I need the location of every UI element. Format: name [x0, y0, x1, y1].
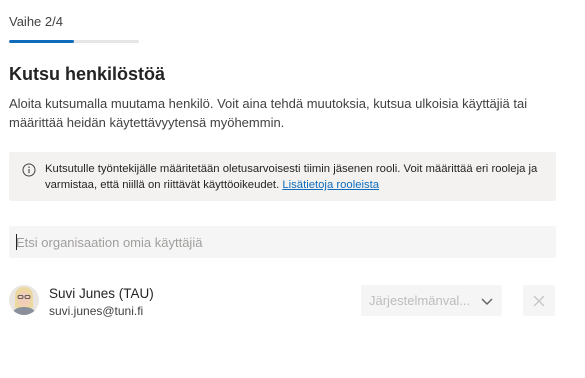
page-description: Aloita kutsumalla muutama henkilö. Voit …: [9, 96, 528, 130]
user-email: suvi.junes@tuni.fi: [49, 304, 144, 318]
roles-info-link[interactable]: Lisätietoja rooleista: [282, 179, 379, 191]
step-indicator: Vaihe 2/4: [9, 14, 63, 29]
info-circle-icon: [22, 163, 36, 177]
user-name: Suvi Junes (TAU): [49, 286, 154, 301]
close-icon: [533, 295, 545, 306]
role-select-placeholder: Järjestelmänval...: [369, 293, 471, 308]
progress-bar-fill: [9, 40, 74, 43]
role-select[interactable]: Järjestelmänval...: [361, 285, 502, 316]
avatar: [9, 285, 39, 315]
user-search-field[interactable]: [9, 226, 556, 258]
invite-staff-page: Vaihe 2/4 Kutsu henkilöstöä Aloita kutsu…: [0, 0, 585, 378]
page-title: Kutsu henkilöstöä: [9, 64, 166, 84]
progress-bar: [9, 40, 139, 43]
remove-user-button[interactable]: [523, 285, 555, 316]
chevron-down-icon: [481, 298, 493, 305]
info-message: Kutsutulle työntekijälle määritetään ole…: [9, 152, 556, 201]
invited-user-row: Suvi Junes (TAU) suvi.junes@tuni.fi Järj…: [9, 284, 556, 320]
text-cursor: [16, 234, 17, 250]
search-input[interactable]: [9, 226, 556, 258]
